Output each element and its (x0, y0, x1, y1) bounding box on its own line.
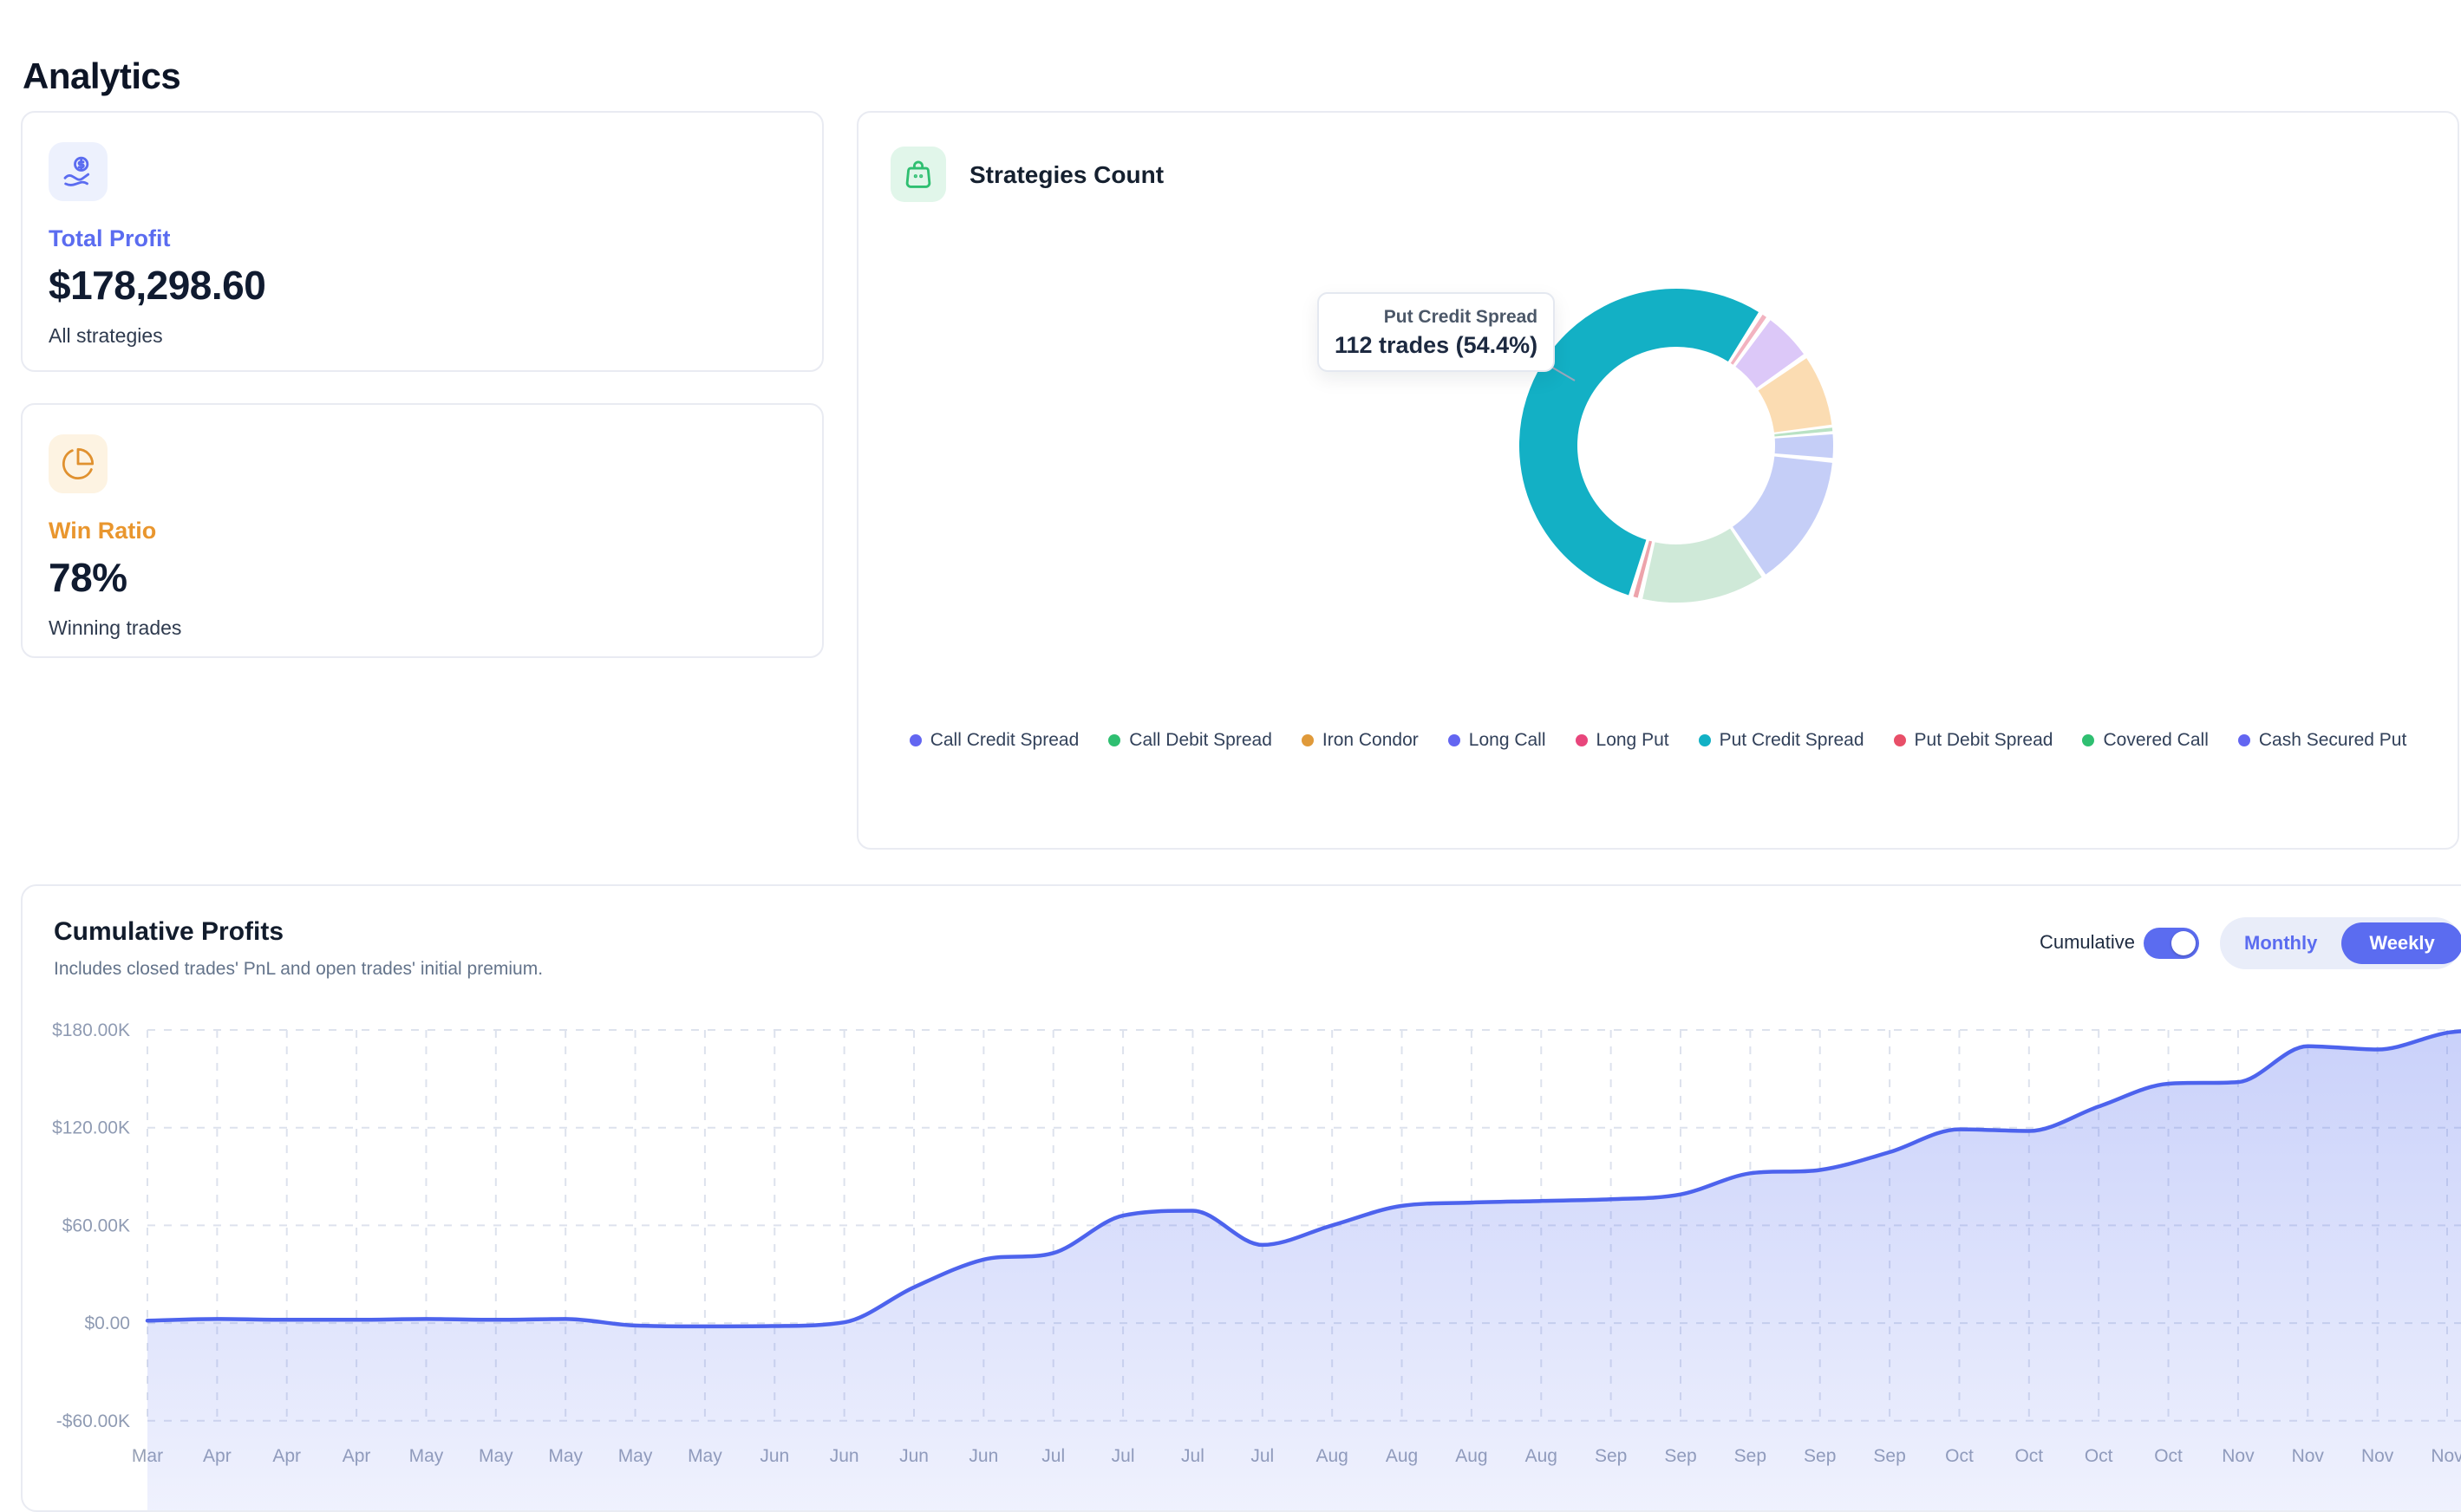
legend-dot (910, 734, 922, 746)
tooltip-strategy-value: 112 trades (54.4%) (1335, 330, 1537, 360)
legend-dot (1302, 734, 1314, 746)
legend-label: Long Put (1596, 730, 1669, 751)
weekly-button[interactable]: Weekly (2341, 922, 2461, 964)
legend-label: Long Call (1469, 730, 1546, 751)
legend-label: Put Credit Spread (1720, 730, 1864, 751)
toggle-knob (2171, 931, 2196, 955)
pie-chart-icon (49, 434, 108, 493)
total-profit-card: Total Profit $178,298.60 All strategies (21, 111, 824, 372)
y-axis-label: $180.00K (52, 1020, 130, 1040)
cumulative-profits-card: Cumulative Profits Includes closed trade… (21, 884, 2461, 1512)
area-fill (147, 1031, 2461, 1510)
legend-item[interactable]: Put Credit Spread (1699, 730, 1864, 751)
strategies-legend: Call Credit Spread Call Debit Spread Iron … (858, 730, 2458, 751)
legend-label: Call Credit Spread (930, 730, 1080, 751)
cumulative-profits-chart: $180.00K$120.00K$60.00K$0.00-$60.00KMarA… (23, 1007, 2461, 1510)
y-axis-label: $60.00K (62, 1215, 130, 1235)
legend-dot (1576, 734, 1588, 746)
legend-dot (2082, 734, 2094, 746)
strategies-count-title: Strategies Count (969, 161, 1164, 189)
stat-subtext: All strategies (49, 324, 163, 348)
stat-value: 78% (49, 554, 127, 601)
cumulative-profits-subtitle: Includes closed trades' PnL and open tra… (54, 959, 543, 980)
legend-item[interactable]: Long Call (1448, 730, 1546, 751)
legend-label: Cash Secured Put (2259, 730, 2406, 751)
legend-label: Call Debit Spread (1129, 730, 1272, 751)
legend-dot (2238, 734, 2250, 746)
legend-item[interactable]: Call Debit Spread (1108, 730, 1272, 751)
stat-value: $178,298.60 (49, 262, 265, 309)
strategies-count-card: Strategies Count Put Credit Spread 112 t… (857, 111, 2459, 850)
stat-label: Win Ratio (49, 518, 156, 544)
legend-item[interactable]: Cash Secured Put (2238, 730, 2406, 751)
cumulative-toggle[interactable] (2144, 928, 2199, 959)
monthly-button[interactable]: Monthly (2220, 932, 2341, 955)
period-segmented-control: Monthly Weekly (2220, 917, 2461, 969)
cumulative-toggle-label: Cumulative (1913, 931, 2135, 954)
legend-item[interactable]: Call Credit Spread (910, 730, 1080, 751)
win-ratio-card: Win Ratio 78% Winning trades (21, 403, 824, 658)
cumulative-profits-title: Cumulative Profits (54, 917, 284, 947)
stat-label: Total Profit (49, 225, 170, 252)
legend-dot (1108, 734, 1120, 746)
donut-tooltip: Put Credit Spread 112 trades (54.4%) (1317, 292, 1555, 372)
y-axis-label: $120.00K (52, 1118, 130, 1138)
legend-dot (1699, 734, 1711, 746)
legend-item[interactable]: Long Put (1576, 730, 1669, 751)
legend-item[interactable]: Covered Call (2082, 730, 2208, 751)
legend-label: Iron Condor (1322, 730, 1419, 751)
legend-label: Covered Call (2103, 730, 2208, 751)
legend-dot (1448, 734, 1460, 746)
legend-label: Put Debit Spread (1915, 730, 2053, 751)
tooltip-strategy-name: Put Credit Spread (1335, 304, 1537, 330)
stat-subtext: Winning trades (49, 616, 181, 640)
legend-dot (1894, 734, 1906, 746)
page-title: Analytics (23, 55, 180, 97)
legend-item[interactable]: Put Debit Spread (1894, 730, 2053, 751)
y-axis-label: -$60.00K (56, 1411, 130, 1431)
y-axis-label: $0.00 (84, 1313, 130, 1333)
legend-item[interactable]: Iron Condor (1302, 730, 1419, 751)
shopping-bag-icon (891, 147, 946, 202)
hand-coin-icon (49, 142, 108, 201)
